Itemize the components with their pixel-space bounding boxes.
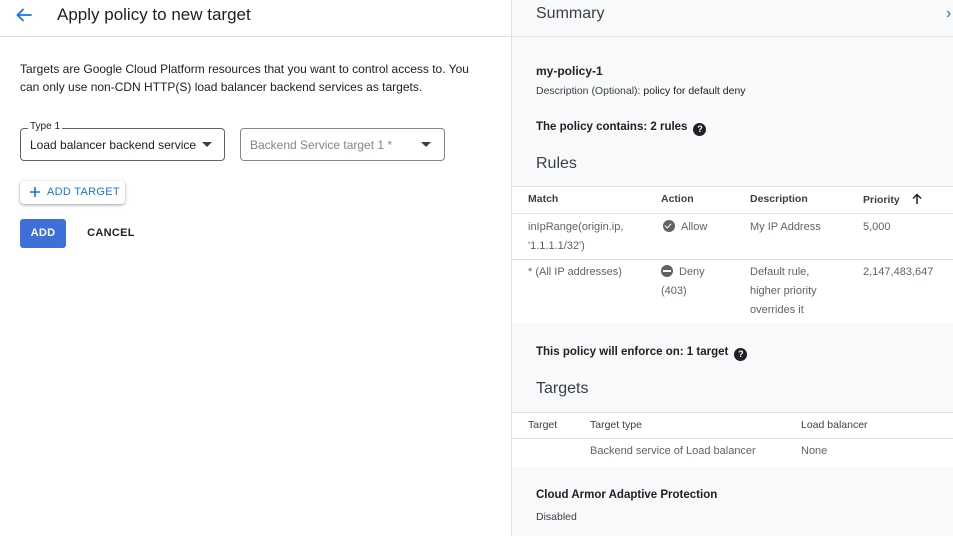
- targets-table: Target Target type Load balancer Backend…: [512, 412, 953, 467]
- page-title: Apply policy to new target: [57, 5, 251, 24]
- collapse-chevron-icon[interactable]: ›: [946, 5, 951, 23]
- rule-description-line: overrides it: [750, 304, 804, 316]
- dropdown-caret-icon: [202, 142, 212, 147]
- adaptive-protection-title: Cloud Armor Adaptive Protection: [536, 489, 718, 501]
- column-header-match: Match: [528, 193, 559, 205]
- rule-description-line: Default rule,: [750, 266, 810, 278]
- summary-title: Summary: [536, 5, 605, 22]
- rule-priority: 5,000: [863, 221, 891, 233]
- backend-service-select[interactable]: Backend Service target 1 *: [240, 128, 445, 161]
- column-header-action: Action: [661, 193, 694, 205]
- targets-heading: Targets: [536, 380, 589, 397]
- help-icon[interactable]: ?: [734, 348, 748, 361]
- column-header-target: Target: [528, 419, 558, 431]
- rule-action-label: Deny: [679, 266, 705, 278]
- targets-description: Targets are Google Cloud Platform resour…: [20, 62, 469, 94]
- dropdown-caret-icon: [421, 142, 431, 147]
- rule-action-label: Allow: [681, 221, 708, 233]
- add-button[interactable]: ADD: [20, 219, 66, 248]
- apply-policy-panel: Apply policy to new target Targets are G…: [0, 0, 511, 536]
- column-header-target-type: Target type: [590, 419, 642, 431]
- column-header-priority[interactable]: Priority: [863, 193, 923, 206]
- rule-description-line: higher priority: [750, 285, 817, 297]
- backend-service-placeholder: Backend Service target 1 *: [250, 138, 393, 152]
- type-select-value: Load balancer backend service: [30, 138, 197, 152]
- priority-label: Priority: [863, 194, 900, 206]
- rule-action: Deny (403): [661, 263, 705, 301]
- add-target-button[interactable]: ADD TARGET: [20, 181, 125, 204]
- add-target-label: ADD TARGET: [47, 186, 120, 198]
- divider: [512, 213, 953, 214]
- rules-count-label: The policy contains: 2 rules: [536, 121, 688, 133]
- plus-icon: [30, 187, 40, 197]
- enforce-label: This policy will enforce on: 1 target: [536, 346, 729, 358]
- panel-header: Apply policy to new target: [0, 0, 511, 37]
- description-value: policy for default deny: [643, 85, 746, 97]
- column-header-load-balancer: Load balancer: [801, 419, 868, 431]
- rule-description: Default rule, higher priority overrides …: [750, 263, 817, 320]
- rules-table: Match Action Description Priority inIpRa…: [512, 186, 953, 323]
- type-select-label: Type 1: [28, 121, 63, 132]
- summary-panel: Summary › my-policy-1 Description (Optio…: [511, 0, 953, 536]
- check-circle-icon: [663, 220, 675, 232]
- type-select[interactable]: Type 1 Load balancer backend service: [20, 121, 225, 161]
- policy-description: Description (Optional): policy for defau…: [536, 85, 746, 97]
- policy-name: my-policy-1: [536, 64, 603, 78]
- cancel-button[interactable]: CANCEL: [80, 219, 142, 248]
- back-arrow-icon[interactable]: [14, 5, 34, 25]
- deny-circle-icon: [661, 265, 673, 277]
- divider: [512, 438, 953, 439]
- rule-match-line: '1.1.1.1/32'): [528, 240, 585, 252]
- divider: [512, 259, 953, 260]
- rule-match: inIpRange(origin.ip, '1.1.1.1/32'): [528, 218, 623, 256]
- divider: [512, 36, 953, 37]
- rules-count-text: The policy contains: 2 rules?: [536, 121, 707, 136]
- rule-match-line: inIpRange(origin.ip,: [528, 221, 624, 233]
- rule-priority: 2,147,483,647: [863, 266, 934, 278]
- description-label: Description (Optional):: [536, 85, 641, 97]
- rule-action-code: (403): [661, 285, 687, 297]
- help-icon[interactable]: ?: [693, 123, 707, 136]
- rule-match: * (All IP addresses): [528, 266, 622, 278]
- adaptive-protection-value: Disabled: [536, 511, 577, 523]
- target-type: Backend service of Load balancer: [590, 445, 756, 457]
- rule-description: My IP Address: [750, 221, 821, 233]
- column-header-description: Description: [750, 193, 808, 205]
- enforce-text: This policy will enforce on: 1 target?: [536, 346, 748, 361]
- rules-heading: Rules: [536, 155, 577, 172]
- target-load-balancer: None: [801, 445, 828, 457]
- rule-action: Allow: [663, 218, 707, 237]
- sort-arrow-up-icon[interactable]: [911, 193, 923, 205]
